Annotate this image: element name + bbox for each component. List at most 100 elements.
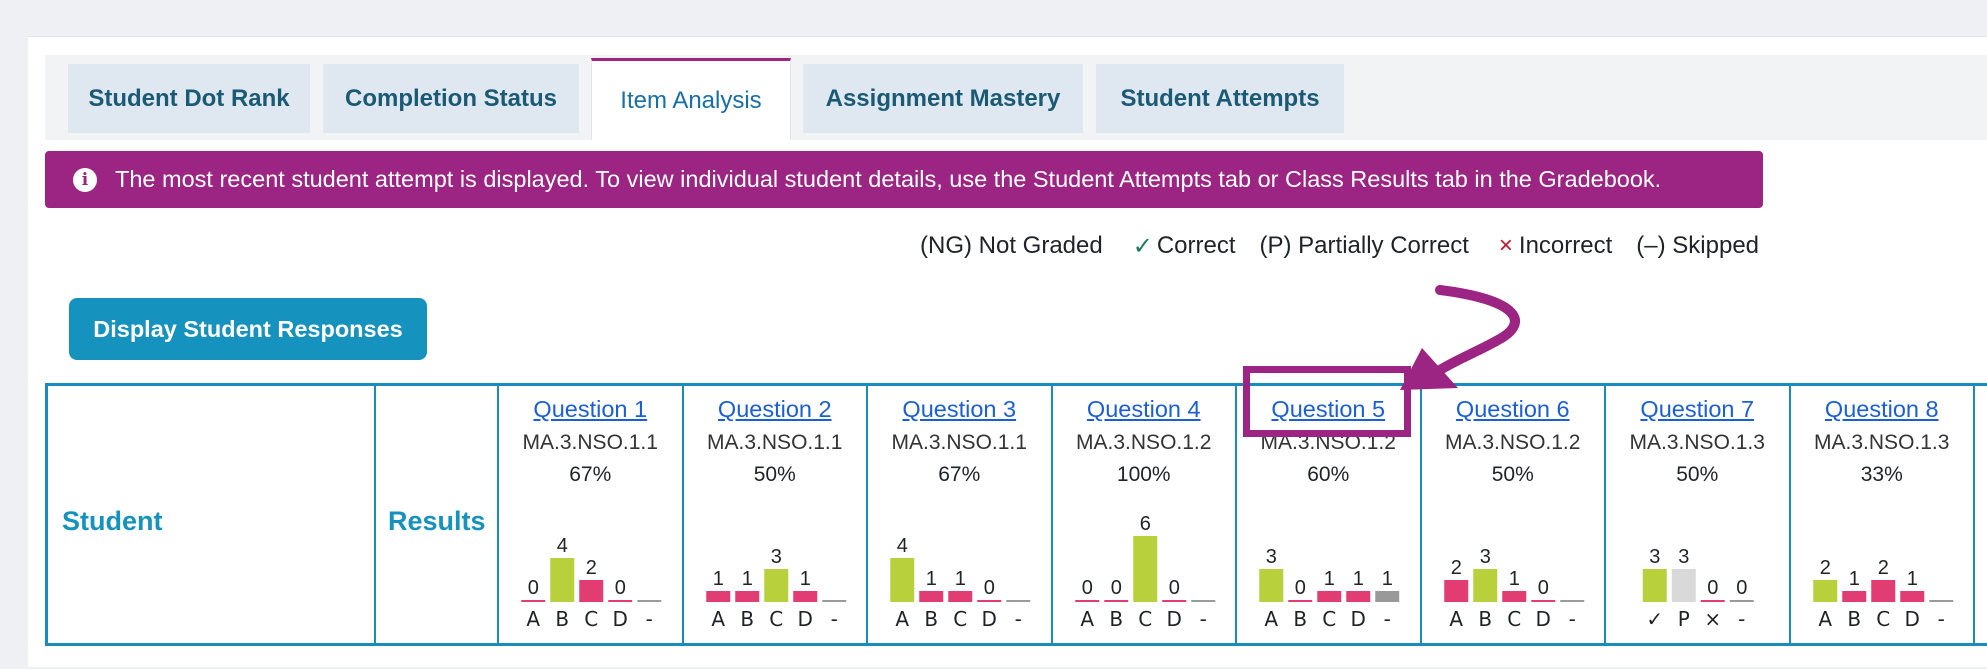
- bar-category-label: B: [1847, 607, 1861, 631]
- question-column: Question 6 MA.3.NSO.1.2 50% 2 A 3 B 1 C 0 D -: [1422, 386, 1606, 643]
- tab-student-dot-rank[interactable]: Student Dot Rank: [68, 64, 310, 133]
- tab-student-attempts[interactable]: Student Attempts: [1096, 64, 1344, 133]
- bar-category-label: -: [646, 607, 653, 631]
- bar-category-label: A: [1818, 607, 1832, 631]
- bar-incorrect: [1501, 591, 1526, 602]
- bar-value-label: 1: [955, 568, 966, 590]
- response-distribution-chart: 2A1B2C1D -: [1812, 557, 1953, 631]
- bar-skipped: [1559, 600, 1584, 602]
- question-percent: 67%: [569, 463, 612, 486]
- bar-category-label: A: [711, 607, 725, 631]
- question-1-link[interactable]: Question 1: [499, 396, 682, 423]
- bar-value-label: 0: [1707, 577, 1718, 599]
- bar-category-label: -: [1568, 607, 1575, 631]
- question-standard: MA.3.NSO.1.1: [707, 431, 843, 454]
- question-column: Question 4 MA.3.NSO.1.2 100% 0 A 0 B 6 C 0 D -: [1053, 386, 1237, 643]
- bar-correct: [1259, 569, 1284, 602]
- student-header-cell: Student: [48, 386, 376, 643]
- bar-skipped: [1006, 600, 1031, 602]
- bar-correct: [550, 558, 575, 602]
- bar-skipped: [1729, 600, 1754, 602]
- question-percent: 50%: [1491, 463, 1534, 486]
- response-distribution-chart: 3✓3P0×0-: [1642, 546, 1754, 631]
- info-icon: i: [73, 167, 97, 192]
- question-standard: MA.3.NSO.1.2: [1076, 431, 1212, 454]
- bar-incorrect: [1074, 600, 1099, 602]
- question-2-link[interactable]: Question 2: [684, 396, 867, 423]
- bar-value-label: 4: [897, 535, 908, 557]
- bar-category-label: B: [924, 607, 938, 631]
- bar-category-label: A: [1080, 607, 1094, 631]
- bar-incorrect: [1103, 600, 1128, 602]
- bar-category-label: B: [740, 607, 754, 631]
- bar-value-label: 1: [1324, 568, 1335, 590]
- display-student-responses-button[interactable]: Display Student Responses: [69, 298, 427, 360]
- bar-value-label: 1: [1382, 568, 1393, 590]
- bar-category-label: D: [1535, 607, 1550, 631]
- bar-skipped: [1928, 600, 1953, 602]
- bar-category-label: -: [1937, 607, 1944, 631]
- bar-incorrect: [705, 591, 730, 602]
- bar-value-label: 0: [1081, 577, 1092, 599]
- legend-not-graded: (NG) Not Graded: [920, 232, 1103, 259]
- question-3-link[interactable]: Question 3: [868, 396, 1051, 423]
- bar-incorrect: [1530, 600, 1555, 602]
- bar-skipped: [637, 600, 662, 602]
- tab-assignment-mastery[interactable]: Assignment Mastery: [803, 64, 1083, 133]
- question-standard: MA.3.NSO.1.1: [522, 431, 658, 454]
- student-header: Student: [62, 506, 163, 536]
- question-6-link[interactable]: Question 6: [1422, 396, 1605, 423]
- bar-correct: [890, 558, 915, 602]
- bar-category-label: C: [584, 607, 598, 631]
- bar-value-label: 0: [1537, 577, 1548, 599]
- legend: (NG) Not Graded ✓ Correct (P) Partially …: [920, 232, 1759, 261]
- bar-value-label: 4: [557, 535, 568, 557]
- question-7-link[interactable]: Question 7: [1606, 396, 1789, 423]
- bar-category-label: C: [1507, 607, 1521, 631]
- bar-value-label: 1: [1353, 568, 1364, 590]
- bar-correct: [1812, 580, 1837, 602]
- bar-value-label: 3: [1479, 546, 1490, 568]
- question-percent: 33%: [1860, 463, 1903, 486]
- bar-category-label: B: [1109, 607, 1123, 631]
- legend-incorrect: Incorrect: [1518, 232, 1613, 259]
- question-percent: 67%: [938, 463, 981, 486]
- question-percent: 100%: [1116, 463, 1171, 486]
- bar-correct: [1472, 569, 1497, 602]
- bar-value-label: 1: [1906, 568, 1917, 590]
- bar-category-label: D: [982, 607, 997, 631]
- bar-value-label: 2: [1877, 557, 1888, 579]
- bar-category-label: C: [769, 607, 783, 631]
- question-column: Question 5 MA.3.NSO.1.2 60% 3 A 0 B 1 C 1 D 1-: [1237, 386, 1422, 643]
- bar-category-label: C: [953, 607, 967, 631]
- bar-value-label: 0: [615, 577, 626, 599]
- response-distribution-chart: 4A1B1C0D -: [890, 535, 1031, 631]
- results-header-cell: Results: [376, 386, 499, 643]
- bar-correct: [763, 569, 788, 602]
- bar-incorrect: [1346, 591, 1371, 602]
- question-8-link[interactable]: Question 8: [1791, 396, 1974, 423]
- info-banner: i The most recent student attempt is dis…: [45, 151, 1763, 208]
- bar-value-label: 0: [1736, 577, 1747, 599]
- bar-skipped: [1375, 591, 1400, 602]
- question-standard: MA.3.NSO.1.2: [1260, 431, 1396, 454]
- bar-incorrect: [1443, 580, 1468, 602]
- tab-item-analysis[interactable]: Item Analysis: [591, 58, 791, 140]
- bar-category-label: -: [1384, 607, 1391, 631]
- bar-category-label: -: [1738, 607, 1745, 631]
- bar-category-label: A: [526, 607, 540, 631]
- question-5-link[interactable]: Question 5: [1237, 396, 1420, 423]
- bar-partial: [1671, 569, 1696, 602]
- bar-value-label: 0: [1110, 577, 1121, 599]
- bar-value-label: 3: [1266, 546, 1277, 568]
- bar-category-label: B: [555, 607, 569, 631]
- bar-value-label: 0: [1295, 577, 1306, 599]
- bar-category-label: B: [1478, 607, 1492, 631]
- bar-category-label: D: [797, 607, 812, 631]
- tab-completion-status[interactable]: Completion Status: [323, 64, 579, 133]
- bar-category-label: C: [1876, 607, 1890, 631]
- question-4-link[interactable]: Question 4: [1053, 396, 1236, 423]
- bar-incorrect: [734, 591, 759, 602]
- bar-value-label: 0: [984, 577, 995, 599]
- bar-incorrect: [919, 591, 944, 602]
